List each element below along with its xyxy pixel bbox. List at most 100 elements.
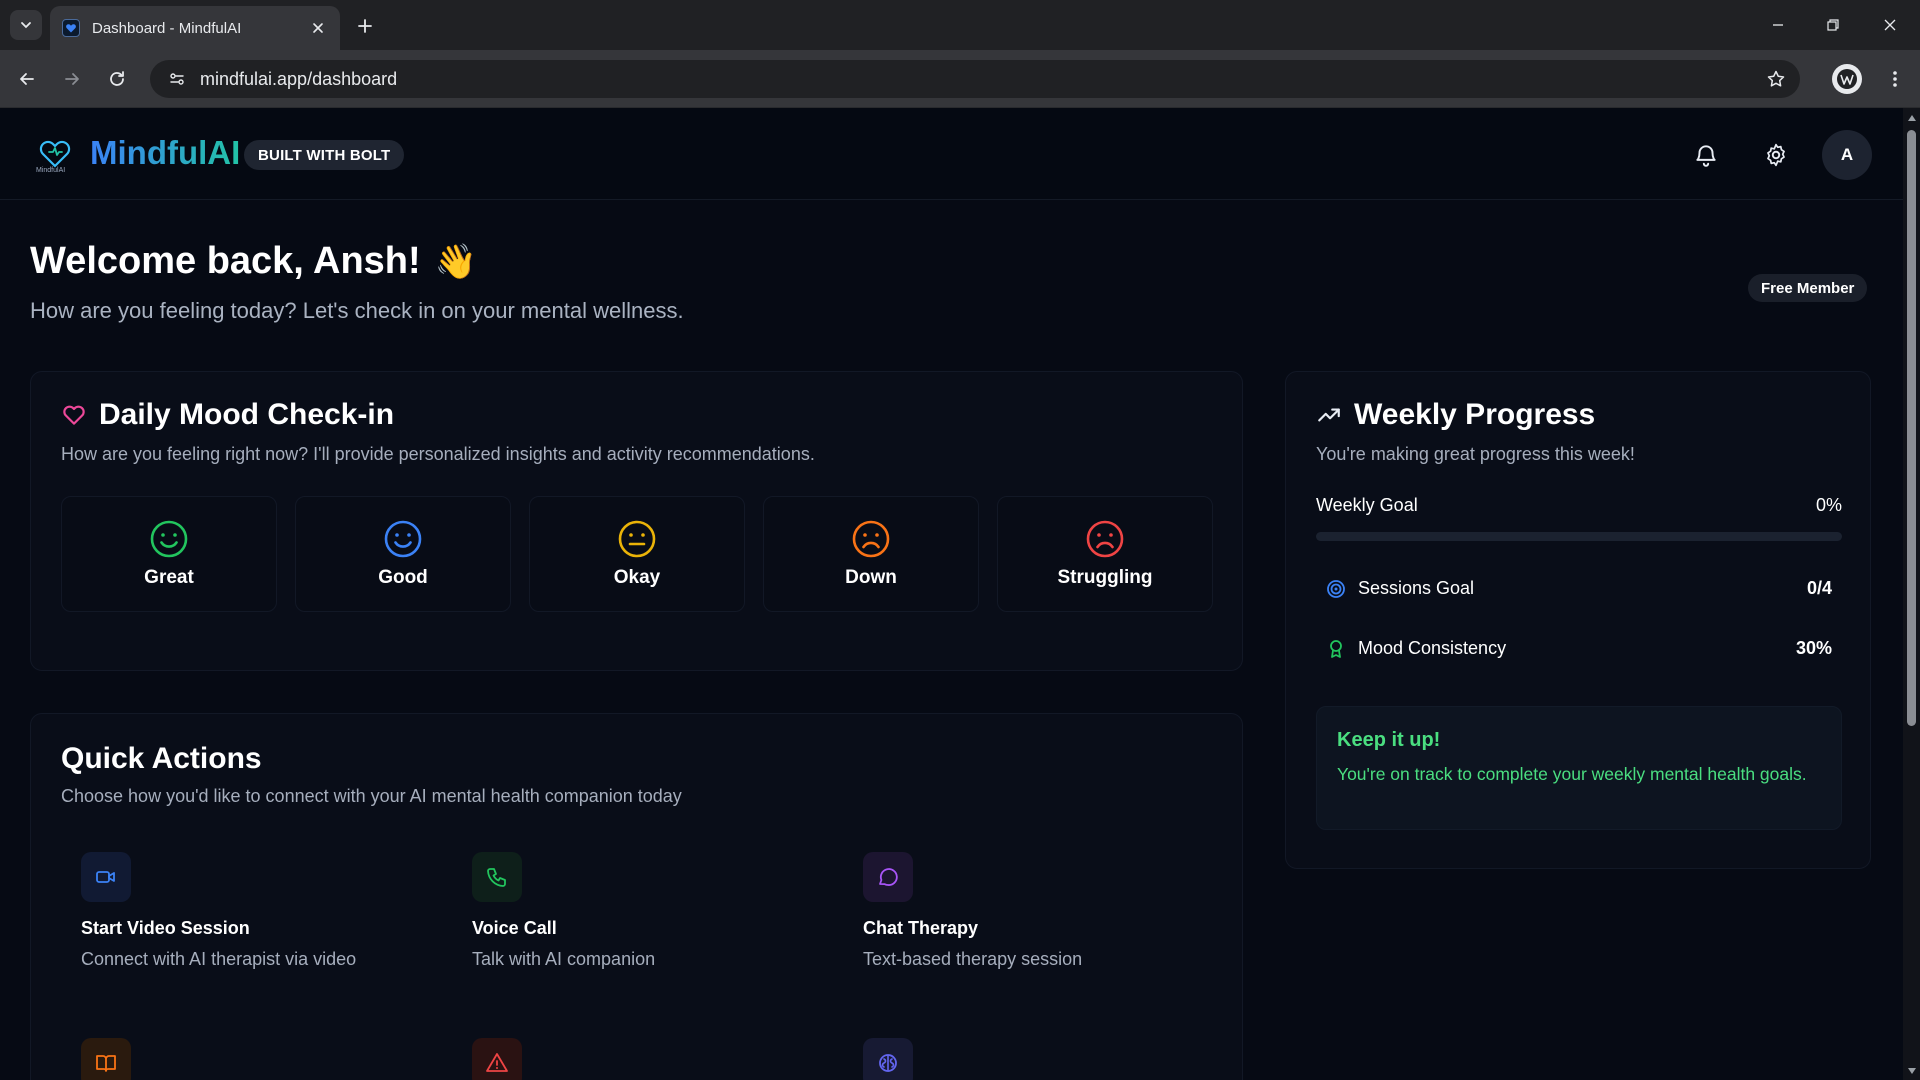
brain-icon: [863, 1038, 913, 1080]
welcome-title: Welcome back, Ansh!: [30, 240, 421, 282]
mood-option-good[interactable]: Good: [295, 496, 511, 612]
page-scrollbar[interactable]: [1903, 108, 1920, 1080]
chat-therapy-desc: Text-based therapy session: [863, 949, 1083, 969]
tab-close-icon[interactable]: [308, 18, 328, 38]
weekly-goal-progress-bar: [1316, 532, 1842, 541]
weekly-goal-value: 0%: [1815, 495, 1842, 515]
mood-consistency-label: Mood Consistency: [1358, 638, 1507, 658]
video-icon: [81, 852, 131, 902]
mood-consistency-value: 30%: [1795, 638, 1832, 658]
built-with-bolt-badge[interactable]: BUILT WITH BOLT: [244, 140, 405, 170]
new-tab-button[interactable]: [352, 13, 378, 39]
tab-title: Dashboard - MindfulAI: [92, 19, 242, 37]
video-session-title: Start Video Session: [81, 918, 250, 938]
mood-card-subtitle: How are you feeling right now? I'll prov…: [61, 444, 815, 464]
neutral-face-icon: [618, 520, 656, 558]
address-bar[interactable]: mindfulai.app/dashboard: [150, 60, 1800, 98]
arrow-left-icon: [20, 73, 34, 85]
url-text: mindfulai.app/dashboard: [200, 68, 398, 89]
browser-menu-button[interactable]: [1880, 64, 1910, 94]
site-info-icon[interactable]: [164, 66, 190, 92]
crisis-support-action[interactable]: [472, 1038, 832, 1080]
quick-actions-card: Quick Actions Choose how you'd like to c…: [30, 713, 1243, 1080]
scroll-down-arrow-icon[interactable]: [1906, 1065, 1917, 1076]
profile-icon[interactable]: [1832, 64, 1862, 94]
welcome-subtitle: How are you feeling today? Let's check i…: [30, 298, 684, 323]
wave-emoji: 👋: [434, 242, 478, 281]
weekly-goal-row: Weekly Goal 0%: [1316, 495, 1842, 516]
voice-call-desc: Talk with AI companion: [472, 949, 656, 969]
mood-options: Great Good Okay Down Struggling: [61, 496, 1213, 612]
scroll-up-arrow-icon[interactable]: [1906, 112, 1917, 123]
sessions-goal-value: 0/4: [1806, 578, 1832, 598]
close-icon: [1884, 19, 1896, 31]
welcome-heading: Welcome back, Ansh! 👋: [30, 240, 477, 283]
logo-caption: MindfulAI: [36, 167, 66, 174]
keep-it-up-text: You're on track to complete your weekly …: [1337, 764, 1807, 784]
mood-card-title: Daily Mood Check-in: [61, 398, 394, 432]
user-avatar[interactable]: A: [1822, 130, 1872, 180]
membership-badge: Free Member: [1748, 274, 1868, 302]
browser-toolbar: mindfulai.app/dashboard: [0, 50, 1920, 108]
gear-icon: [1767, 143, 1785, 167]
voice-call-action[interactable]: Voice Call Talk with AI companion: [472, 852, 832, 970]
heart-icon: [63, 405, 85, 425]
app-header: MindfulAI MindfulAI BUILT WITH BOLT A: [0, 108, 1903, 200]
smile-face-icon: [150, 520, 188, 558]
phone-icon: [472, 852, 522, 902]
weekly-progress-card: Weekly Progress You're making great prog…: [1285, 371, 1871, 869]
more-vertical-icon: [1893, 71, 1897, 87]
restore-icon: [1827, 19, 1839, 31]
mood-option-okay[interactable]: Okay: [529, 496, 745, 612]
restore-window-button[interactable]: [1811, 8, 1855, 42]
mood-consistency-row: Mood Consistency 30%: [1316, 638, 1842, 659]
bookmark-star-icon[interactable]: [1764, 67, 1788, 91]
minimize-window-button[interactable]: [1756, 8, 1800, 42]
journal-action[interactable]: [81, 1038, 441, 1080]
brand-name[interactable]: MindfulAI: [90, 134, 240, 172]
voice-call-title: Voice Call: [472, 918, 557, 938]
reload-button[interactable]: [102, 64, 132, 94]
quick-actions-subtitle: Choose how you'd like to connect with yo…: [61, 786, 682, 806]
chevron-down-icon: [21, 22, 31, 29]
mindfulness-action[interactable]: [863, 1038, 1223, 1080]
keep-it-up-callout: Keep it up! You're on track to complete …: [1316, 706, 1842, 830]
scrollbar-thumb[interactable]: [1907, 130, 1916, 726]
page-viewport: MindfulAI MindfulAI BUILT WITH BOLT A We…: [0, 108, 1920, 1080]
chat-therapy-title: Chat Therapy: [863, 918, 979, 938]
reload-icon: [110, 71, 124, 86]
book-icon: [81, 1038, 131, 1080]
mood-option-struggling[interactable]: Struggling: [997, 496, 1213, 612]
tab-search-button[interactable]: [10, 10, 42, 40]
keep-it-up-title: Keep it up!: [1337, 729, 1441, 751]
settings-button[interactable]: [1759, 138, 1793, 172]
frown-face-icon: [1086, 520, 1124, 558]
close-window-button[interactable]: [1868, 8, 1912, 42]
browser-tab-active[interactable]: Dashboard - MindfulAI: [50, 6, 340, 50]
mood-checkin-card: Daily Mood Check-in How are you feeling …: [30, 371, 1243, 671]
back-button[interactable]: [12, 64, 42, 94]
forward-button[interactable]: [57, 64, 87, 94]
quick-actions-title: Quick Actions: [61, 742, 262, 775]
chat-therapy-action[interactable]: Chat Therapy Text-based therapy session: [863, 852, 1223, 970]
award-icon: [1330, 639, 1342, 658]
mood-option-great[interactable]: Great: [61, 496, 277, 612]
video-session-desc: Connect with AI therapist via video: [81, 949, 357, 969]
mood-option-down[interactable]: Down: [763, 496, 979, 612]
notifications-button[interactable]: [1689, 138, 1723, 172]
start-video-session-action[interactable]: Start Video Session Connect with AI ther…: [81, 852, 441, 970]
minimize-icon: [1773, 24, 1783, 26]
smile-face-icon: [384, 520, 422, 558]
progress-card-subtitle: You're making great progress this week!: [1316, 444, 1635, 464]
browser-tabstrip: Dashboard - MindfulAI: [0, 0, 1920, 50]
target-icon: [1327, 579, 1345, 598]
weekly-goal-label: Weekly Goal: [1316, 495, 1418, 515]
alert-triangle-icon: [472, 1038, 522, 1080]
chat-bubble-icon: [863, 852, 913, 902]
trending-up-icon: [1318, 408, 1340, 422]
frown-face-icon: [852, 520, 890, 558]
arrow-right-icon: [65, 73, 79, 85]
progress-card-title: Weekly Progress: [1316, 398, 1595, 432]
plus-icon: [358, 19, 372, 33]
sessions-goal-label: Sessions Goal: [1358, 578, 1475, 598]
